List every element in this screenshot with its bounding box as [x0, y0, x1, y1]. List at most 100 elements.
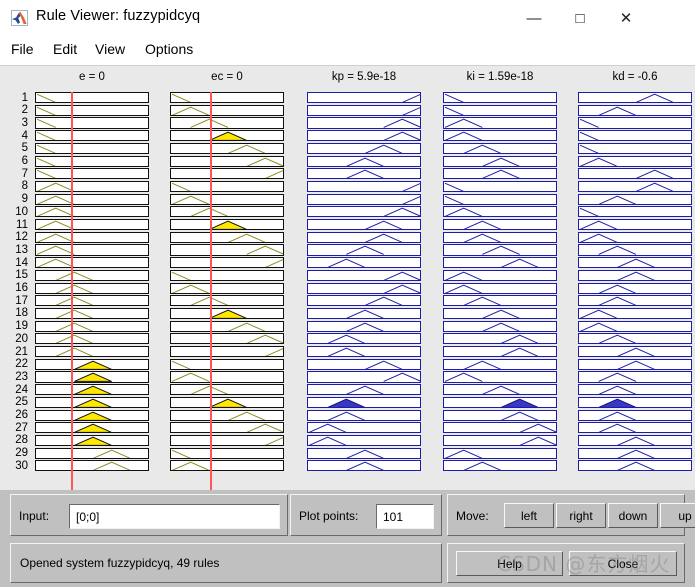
rule-number: 7: [21, 167, 28, 180]
rule-cell: [578, 371, 692, 383]
rule-cell: [35, 142, 149, 154]
rule-cell: [170, 244, 284, 256]
membership-function-plot: [635, 93, 674, 103]
column-header-kd: kd = -0.6: [612, 71, 658, 83]
membership-function-plot: [36, 169, 56, 179]
membership-function-plot: [246, 157, 283, 166]
rule-cell: [170, 447, 284, 459]
rule-cell: [170, 396, 284, 408]
rule-cell: [307, 155, 421, 167]
membership-function-plot: [74, 411, 112, 420]
membership-function-plot: [171, 373, 210, 382]
plot-points-field[interactable]: 101: [376, 504, 434, 529]
rule-cell: [578, 142, 692, 154]
help-button[interactable]: Help: [456, 551, 563, 576]
rule-number: 26: [15, 409, 28, 421]
rule-cell: [578, 358, 692, 370]
rule-cell: [578, 409, 692, 421]
membership-function-plot: [36, 220, 75, 230]
membership-function-plot: [171, 271, 191, 280]
rule-number: 16: [15, 282, 28, 294]
rule-cell: [443, 320, 557, 332]
rule-cell: [307, 358, 421, 370]
membership-function-plot: [444, 119, 483, 128]
minimize-button[interactable]: —: [511, 0, 557, 36]
rule-number: 3: [21, 116, 28, 129]
rule-cell: [578, 117, 692, 129]
rule-number: 27: [15, 421, 28, 434]
membership-function-plot: [327, 398, 366, 407]
rule-cell: [443, 384, 557, 396]
membership-function-plot: [444, 207, 483, 217]
membership-function-plot: [579, 119, 599, 128]
membership-function-plot: [598, 398, 637, 407]
rule-cell: [443, 358, 557, 370]
membership-function-plot: [74, 373, 112, 382]
rule-number: 12: [15, 231, 28, 244]
membership-function-plot: [55, 347, 94, 357]
membership-function-plot: [579, 322, 618, 331]
variable-column-ec: [170, 92, 284, 490]
menu-item-file[interactable]: File: [8, 41, 37, 61]
rule-cell: [170, 346, 284, 358]
menu-item-view[interactable]: View: [92, 41, 128, 61]
input-marker-line-e[interactable]: [70, 92, 73, 490]
rule-cell: [443, 92, 557, 104]
rule-cell: [170, 307, 284, 320]
membership-function-plot: [444, 182, 464, 192]
rule-cell: [443, 447, 557, 459]
membership-function-plot: [383, 271, 420, 280]
move-up-button[interactable]: up: [660, 503, 695, 528]
membership-function-plot: [265, 348, 283, 357]
rule-number: 10: [15, 205, 28, 218]
rule-cell: [578, 295, 692, 307]
membership-function-plot: [383, 207, 420, 217]
membership-function-plot: [327, 411, 366, 420]
move-down-button[interactable]: down: [608, 503, 658, 528]
rule-cell: [578, 396, 692, 408]
menu-item-edit[interactable]: Edit: [50, 41, 80, 61]
rule-cell: [307, 244, 421, 256]
rule-cell: [578, 307, 692, 320]
rule-number: 11: [16, 218, 28, 231]
membership-function-plot: [383, 373, 420, 382]
rule-cell: [170, 104, 284, 116]
rule-cell: [307, 346, 421, 358]
close-button[interactable]: Close: [569, 551, 677, 576]
rule-cell: [307, 257, 421, 269]
membership-function-plot: [598, 411, 637, 420]
rule-number: 17: [15, 294, 28, 307]
membership-function-plot: [500, 334, 539, 344]
membership-function-plot: [346, 169, 384, 179]
rule-cell: [307, 193, 421, 205]
membership-function-plot: [92, 461, 131, 471]
menu-item-options[interactable]: Options: [142, 41, 196, 61]
rule-cell: [170, 295, 284, 307]
membership-function-plot: [463, 296, 502, 306]
membership-function-plot: [36, 131, 56, 141]
rule-cell: [443, 307, 557, 320]
membership-function-plot: [482, 246, 520, 255]
move-left-button[interactable]: left: [504, 503, 554, 528]
rule-number: 9: [21, 193, 28, 206]
membership-function-plot: [500, 347, 539, 357]
rule-cell: [35, 180, 149, 193]
membership-function-plot: [383, 119, 420, 128]
membership-function-plot: [617, 271, 655, 280]
rule-cell: [443, 282, 557, 294]
rule-cell: [170, 320, 284, 332]
membership-function-plot: [598, 334, 637, 344]
membership-function-plot: [598, 284, 637, 293]
maximize-button[interactable]: □: [557, 0, 603, 36]
membership-function-plot: [519, 436, 556, 446]
move-right-button[interactable]: right: [556, 503, 606, 528]
membership-function-plot: [36, 246, 75, 255]
membership-function-plot: [463, 220, 502, 230]
input-marker-line-ec[interactable]: [209, 92, 212, 490]
rule-cell: [35, 396, 149, 408]
rule-cell: [35, 358, 149, 370]
membership-function-plot: [36, 233, 75, 242]
input-field[interactable]: [0;0]: [69, 504, 280, 529]
rule-cell: [578, 346, 692, 358]
close-window-button[interactable]: ✕: [603, 0, 649, 36]
